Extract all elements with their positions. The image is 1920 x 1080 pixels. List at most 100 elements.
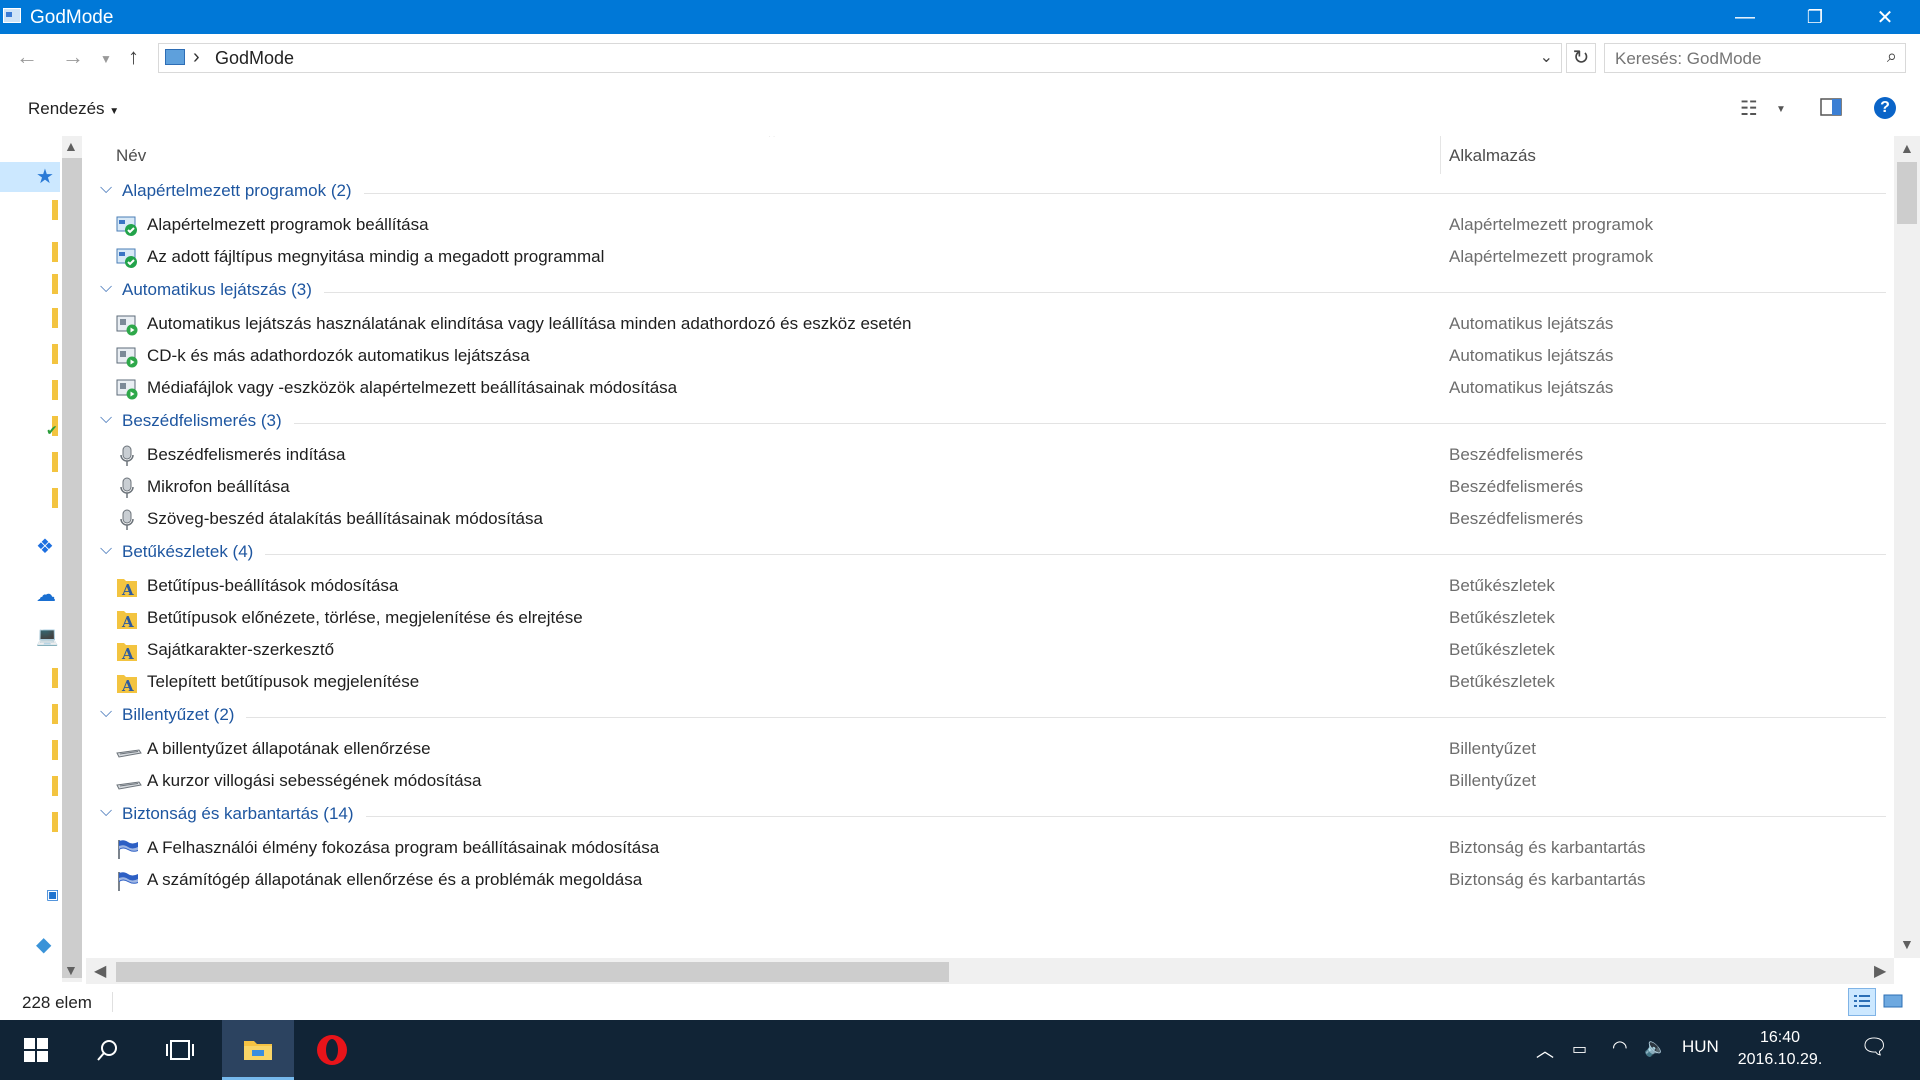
nav-folder-icon[interactable] (52, 740, 58, 760)
item-name[interactable]: A billentyűzet állapotának ellenőrzése (147, 739, 431, 759)
details-view-icon[interactable] (1848, 988, 1876, 1016)
back-arrow-icon[interactable]: ← (16, 44, 38, 70)
nav-folder-icon[interactable] (52, 242, 58, 262)
collapse-chevron-icon[interactable]: ⌵ (100, 803, 112, 821)
collapse-chevron-icon[interactable]: ⌵ (100, 279, 112, 297)
item-name[interactable]: Automatikus lejátszás használatának elin… (147, 314, 912, 334)
search-input[interactable] (1613, 47, 1867, 71)
group-name[interactable]: Betűkészletek (4) (122, 542, 253, 562)
onedrive-icon[interactable]: ☁ (36, 582, 56, 607)
nav-folder-icon[interactable] (52, 308, 58, 328)
list-item[interactable]: A kurzor villogási sebességének módosítá… (86, 765, 1886, 797)
item-name[interactable]: Szöveg-beszéd átalakítás beállításainak … (147, 509, 543, 529)
horizontal-scrollbar[interactable]: ◀ ▶ (86, 958, 1894, 984)
group-name[interactable]: Alapértelmezett programok (2) (122, 181, 352, 201)
refresh-icon[interactable]: ↻ (1566, 43, 1596, 73)
close-button[interactable]: ✕ (1850, 0, 1920, 34)
list-item[interactable]: A Telepített betűtípusok megjelenítése Bet… (86, 666, 1886, 698)
group-header[interactable]: ⌵ Automatikus lejátszás (3) (86, 277, 1886, 305)
list-item[interactable]: A Betűtípusok előnézete, törlése, megjele… (86, 602, 1886, 634)
sort-menu-button[interactable]: Rendezés ▼ (28, 99, 119, 119)
group-name[interactable]: Biztonság és karbantartás (14) (122, 804, 354, 824)
nav-scroll-down-icon[interactable]: ▼ (64, 962, 78, 978)
list-item[interactable]: A számítógép állapotának ellenőrzése és … (86, 864, 1886, 896)
group-name[interactable]: Automatikus lejátszás (3) (122, 280, 312, 300)
network-icon[interactable]: ▣ (46, 886, 59, 903)
group-header[interactable]: ⌵ Biztonság és karbantartás (14) (86, 801, 1886, 829)
item-name[interactable]: Sajátkarakter-szerkesztő (147, 640, 334, 660)
collapse-chevron-icon[interactable]: ⌵ (100, 410, 112, 428)
search-icon[interactable]: ⌕ (1887, 46, 1897, 67)
scroll-up-icon[interactable]: ▲ (1900, 140, 1914, 156)
address-path[interactable]: › GodMode ⌄ (158, 43, 1562, 73)
nav-folder-icon[interactable] (52, 668, 58, 688)
action-center-icon[interactable]: 🗨 (1860, 1034, 1888, 1060)
list-item[interactable]: CD-k és más adathordozók automatikus lej… (86, 340, 1886, 372)
volume-icon[interactable]: 🔈 (1644, 1037, 1666, 1058)
breadcrumb-godmode[interactable]: GodMode (215, 48, 294, 69)
column-divider[interactable] (1440, 136, 1441, 174)
item-name[interactable]: Alapértelmezett programok beállítása (147, 215, 429, 235)
list-item[interactable]: Szöveg-beszéd átalakítás beállításainak … (86, 503, 1886, 535)
item-name[interactable]: A számítógép állapotának ellenőrzése és … (147, 870, 642, 890)
quick-access-star-icon[interactable]: ★ (36, 164, 54, 189)
item-name[interactable]: Betűtípusok előnézete, törlése, megjelen… (147, 608, 583, 628)
file-explorer-taskbar-button[interactable] (222, 1020, 294, 1080)
list-item[interactable]: A Sajátkarakter-szerkesztő Betűkészletek (86, 634, 1886, 666)
item-name[interactable]: Az adott fájltípus megnyitása mindig a m… (147, 247, 604, 267)
item-name[interactable]: Beszédfelismerés indítása (147, 445, 345, 465)
breadcrumb-chevron-icon[interactable]: › (193, 46, 200, 69)
list-item[interactable]: A Betűtípus-beállítások módosítása Betűkés… (86, 570, 1886, 602)
preview-pane-icon[interactable] (1820, 98, 1842, 122)
minimize-button[interactable]: — (1710, 0, 1780, 34)
nav-folder-icon[interactable] (52, 380, 58, 400)
group-header[interactable]: ⌵ Billentyűzet (2) (86, 702, 1886, 730)
list-item[interactable]: Beszédfelismerés indítása Beszédfelismeré… (86, 439, 1886, 471)
group-header[interactable]: ⌵ Beszédfelismerés (3) (86, 408, 1886, 436)
list-item[interactable]: Médiafájlok vagy -eszközök alapértelmeze… (86, 372, 1886, 404)
list-item[interactable]: A billentyűzet állapotának ellenőrzése Bi… (86, 733, 1886, 765)
dropbox-icon[interactable]: ❖ (36, 534, 54, 559)
homegroup-icon[interactable]: ◆ (36, 932, 51, 957)
forward-arrow-icon[interactable]: → (62, 44, 84, 70)
large-icons-view-icon[interactable] (1880, 988, 1908, 1016)
scroll-left-icon[interactable]: ◀ (94, 961, 106, 981)
group-name[interactable]: Billentyűzet (2) (122, 705, 234, 725)
collapse-chevron-icon[interactable]: ⌵ (100, 180, 112, 198)
recent-locations-chevron-icon[interactable]: ▼ (100, 52, 112, 66)
vertical-scrollbar[interactable]: ▲ ▼ (1894, 136, 1920, 958)
item-name[interactable]: A Felhasználói élmény fokozása program b… (147, 838, 659, 858)
vertical-scrollbar-thumb[interactable] (1897, 162, 1917, 224)
collapse-chevron-icon[interactable]: ⌵ (100, 704, 112, 722)
wifi-icon[interactable]: ◠ (1612, 1037, 1628, 1058)
start-button[interactable] (0, 1020, 72, 1080)
nav-scrollbar-thumb[interactable] (62, 158, 82, 978)
list-item[interactable]: Az adott fájltípus megnyitása mindig a m… (86, 241, 1886, 273)
nav-folder-icon[interactable] (52, 200, 58, 220)
item-name[interactable]: Médiafájlok vagy -eszközök alapértelmeze… (147, 378, 677, 398)
item-name[interactable]: Mikrofon beállítása (147, 477, 290, 497)
address-dropdown-chevron-icon[interactable]: ⌄ (1540, 47, 1553, 67)
opera-taskbar-button[interactable] (296, 1020, 368, 1080)
group-header[interactable]: ⌵ Alapértelmezett programok (2) (86, 178, 1886, 206)
collapse-chevron-icon[interactable]: ⌵ (100, 541, 112, 559)
list-item[interactable]: Mikrofon beállítása Beszédfelismerés (86, 471, 1886, 503)
clock[interactable]: 16:40 2016.10.29. (1730, 1027, 1830, 1071)
restore-button[interactable]: ❐ (1780, 0, 1850, 34)
list-item[interactable]: A Felhasználói élmény fokozása program b… (86, 832, 1886, 864)
horizontal-scrollbar-thumb[interactable] (116, 962, 949, 982)
scroll-down-icon[interactable]: ▼ (1900, 936, 1914, 952)
search-box[interactable]: ⌕ (1604, 43, 1906, 73)
nav-scroll-up-icon[interactable]: ▲ (64, 138, 78, 154)
item-name[interactable]: Betűtípus-beállítások módosítása (147, 576, 398, 596)
group-header[interactable]: ⌵ Betűkészletek (4) (86, 539, 1886, 567)
nav-folder-icon[interactable] (52, 488, 58, 508)
search-taskbar-button[interactable] (72, 1020, 144, 1080)
nav-folder-icon[interactable] (52, 776, 58, 796)
window-app-icon[interactable] (3, 8, 21, 23)
list-item[interactable]: Automatikus lejátszás használatának elin… (86, 308, 1886, 340)
scroll-right-icon[interactable]: ▶ (1874, 961, 1886, 981)
help-icon[interactable]: ? (1874, 97, 1896, 119)
language-indicator[interactable]: HUN (1682, 1037, 1719, 1057)
nav-folder-icon[interactable] (52, 452, 58, 472)
